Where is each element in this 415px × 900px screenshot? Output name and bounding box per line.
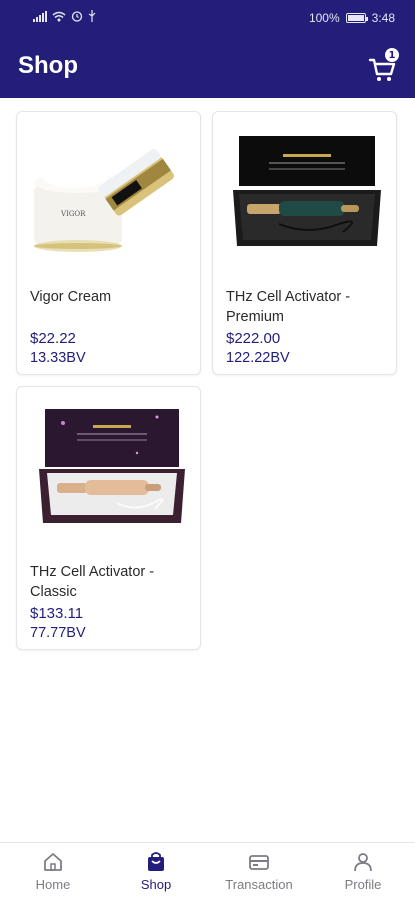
app-header: 100% 3:48 Shop 1 (0, 0, 415, 98)
status-icons-left (33, 10, 96, 22)
product-card[interactable]: VIGOR Vigor Cream $22.22 13.33BV (16, 111, 201, 375)
nav-label: Home (35, 877, 71, 892)
battery-icon (345, 13, 368, 23)
product-image: VIGOR (17, 112, 200, 272)
nav-item-transaction[interactable]: Transaction (214, 851, 304, 899)
home-icon (44, 853, 62, 871)
alarm-icon (71, 11, 83, 22)
product-name: THz Cell Activator - Classic (30, 564, 155, 600)
nav-item-profile[interactable]: Profile (318, 851, 408, 899)
usb-icon (88, 10, 96, 22)
product-bv: 77.77BV (30, 625, 86, 641)
product-price: $22.22 (30, 330, 76, 347)
nav-label: Profile (344, 877, 382, 892)
product-card[interactable]: THz Cell Activator - Classic $133.11 77.… (16, 386, 201, 650)
product-image (17, 387, 200, 547)
page-title: Shop (18, 52, 78, 79)
nav-label: Shop (140, 877, 172, 892)
product-name: THz Cell Activator - Premium (226, 289, 351, 325)
card-icon (249, 855, 269, 870)
product-price: $222.00 (226, 330, 281, 347)
status-icons-right: 100% 3:48 (309, 11, 395, 25)
cart-button[interactable]: 1 (366, 47, 402, 84)
cart-count-badge: 1 (384, 47, 400, 63)
product-name: Vigor Cream (30, 289, 112, 305)
product-card[interactable]: THz Cell Activator - Premium $222.00 122… (212, 111, 397, 375)
signal-icon (33, 10, 47, 22)
wifi-icon (52, 11, 66, 21)
status-bar: 100% 3:48 (0, 0, 415, 34)
svg-text:VIGOR: VIGOR (60, 210, 86, 218)
product-price: $133.11 (30, 605, 84, 622)
nav-item-shop[interactable]: Shop (111, 851, 201, 899)
shop-bag-icon (148, 852, 164, 871)
product-image (213, 112, 396, 272)
bottom-navigation: Home Shop Transaction Profile (0, 842, 415, 900)
battery-percent: 100% (308, 11, 340, 25)
person-icon (354, 853, 372, 872)
nav-label: Transaction (225, 877, 293, 892)
nav-item-home[interactable]: Home (8, 851, 98, 899)
product-bv: 13.33BV (30, 350, 86, 366)
product-bv: 122.22BV (226, 350, 290, 366)
clock: 3:48 (371, 11, 395, 25)
